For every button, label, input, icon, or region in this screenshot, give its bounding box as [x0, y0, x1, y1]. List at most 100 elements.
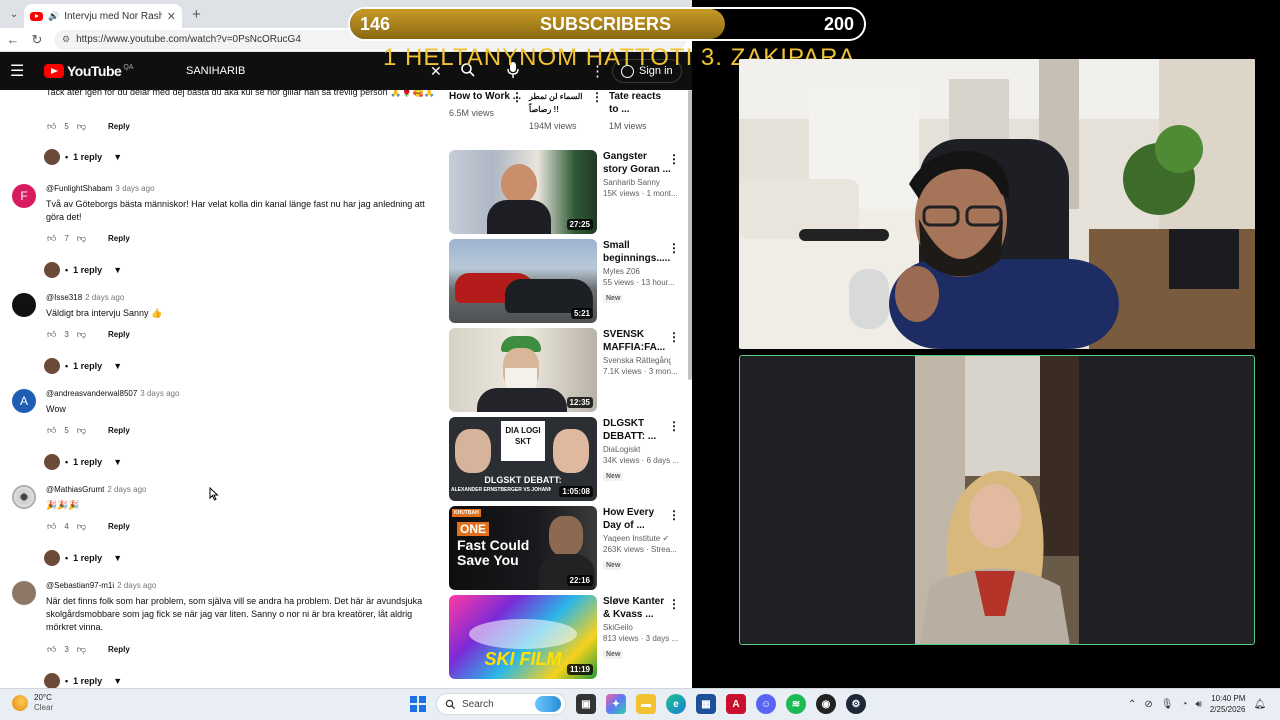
dislike-icon[interactable]: 👎︎ — [77, 233, 86, 244]
video-menu-icon[interactable]: ⋮ — [668, 241, 680, 255]
weather-widget[interactable]: 20°C Clear — [12, 693, 53, 713]
like-icon[interactable]: 👍︎ — [47, 329, 56, 340]
video-menu-icon[interactable]: ⋮ — [668, 419, 680, 433]
replies-toggle[interactable]: • 1 reply ▼ — [44, 149, 122, 165]
back-arrow-icon[interactable]: ← — [6, 32, 20, 47]
like-icon[interactable]: 👍︎ — [47, 233, 56, 244]
video-menu-icon[interactable]: ⋮ — [511, 90, 523, 104]
wifi-icon[interactable]: ◔ — [1181, 699, 1187, 710]
channel-name[interactable]: Sanharib Sanny — [603, 178, 671, 187]
dislike-icon[interactable]: 👎︎ — [77, 521, 86, 532]
close-tab-icon[interactable]: ✕ — [167, 10, 176, 23]
spotify-icon[interactable]: ≋ — [786, 694, 806, 714]
site-info-icon[interactable]: ⚙ — [62, 34, 70, 45]
sports-cars-thumbnail[interactable]: 5:21 — [449, 239, 597, 323]
related-top-item[interactable]: Tate reacts to ... 1M views — [609, 90, 669, 131]
dislike-icon[interactable]: 👎︎ — [77, 644, 86, 655]
replies-toggle[interactable]: • 1 reply ▼ — [44, 550, 122, 566]
dislike-icon[interactable]: 👎︎ — [77, 329, 86, 340]
reply-button[interactable]: Reply — [108, 426, 130, 435]
channel-name[interactable]: DiaLogiskt — [603, 445, 671, 454]
dislike-icon[interactable]: 👎︎ — [77, 121, 86, 132]
comment-author[interactable]: @Isse318 — [46, 293, 82, 302]
avatar[interactable]: F — [12, 184, 36, 208]
youtube-logo[interactable]: YouTube QA — [44, 63, 133, 79]
country-code: QA — [123, 63, 134, 71]
clock[interactable]: 10:40 PM 2/25/2026 — [1210, 693, 1246, 715]
page-scrollbar[interactable] — [688, 90, 692, 380]
related-top-item[interactable]: السماء لن تمطر رصاصاً !! 194M views — [529, 90, 599, 131]
sermon-thumbnail[interactable]: KHUTBAH ONE Fast Could Save You 22:16 — [449, 506, 597, 590]
network-icon[interactable]: ⊘ — [1144, 699, 1152, 710]
related-video[interactable]: 5:21 Small beginnings..... Myles Z06 55 … — [449, 239, 681, 323]
obs-icon[interactable]: ◉ — [816, 694, 836, 714]
like-icon[interactable]: 👍︎ — [47, 121, 56, 132]
related-video[interactable]: KHUTBAH ONE Fast Could Save You 22:16 Ho… — [449, 506, 681, 590]
comment-author[interactable]: @MathiasGrumt — [46, 485, 104, 494]
search-input[interactable]: SANIHARIB — [186, 52, 245, 90]
reply-button[interactable]: Reply — [108, 645, 130, 654]
microphone-icon[interactable]: 🎙︎ — [1161, 699, 1174, 710]
related-video[interactable]: 27:25 Gangster story Goran ... Sanharib … — [449, 150, 681, 234]
reply-button[interactable]: Reply — [108, 330, 130, 339]
channel-name[interactable]: Svenska Rättegång... — [603, 356, 671, 365]
new-tab-button[interactable]: + — [192, 6, 201, 23]
speaker-icon[interactable]: 🔊 — [48, 11, 59, 22]
task-view-icon[interactable]: ▣ — [576, 694, 596, 714]
file-explorer-icon[interactable]: ▬ — [636, 694, 656, 714]
browser-tab[interactable]: 🔊 Intervju med Nor Rasheed kä ✕ — [24, 4, 182, 28]
edge-icon[interactable]: e — [666, 694, 686, 714]
like-icon[interactable]: 👍︎ — [47, 644, 56, 655]
avatar[interactable]: A — [12, 389, 36, 413]
comment-author[interactable]: @andreasvanderwal8507 — [46, 389, 137, 398]
tab-search-icon[interactable]: ⌄ — [4, 9, 24, 20]
comment-author[interactable]: @Sebastian97-m1i — [46, 581, 114, 590]
windows-start-icon[interactable] — [410, 696, 426, 712]
discord-icon[interactable]: ☺ — [756, 694, 776, 714]
replies-toggle[interactable]: • 1 reply ▼ — [44, 454, 122, 470]
reply-button[interactable]: Reply — [108, 234, 130, 243]
related-video[interactable]: DIA LOGI SKT DLGSKT DEBATT: ALEXANDER ER… — [449, 417, 681, 501]
ski-film-thumbnail[interactable]: SKI FILM 11:19 — [449, 595, 597, 679]
dislike-icon[interactable]: 👎︎ — [77, 425, 86, 436]
reply-button[interactable]: Reply — [108, 522, 130, 531]
comment-age: 2 days ago — [107, 485, 147, 494]
channel-name[interactable]: SkiGeilo — [603, 623, 671, 632]
like-icon[interactable]: 👍︎ — [47, 521, 56, 532]
notifications-icon[interactable]: 🔔︎ — [1253, 699, 1266, 710]
avatar[interactable] — [12, 485, 36, 509]
video-menu-icon[interactable]: ⋮ — [668, 508, 680, 522]
tab-title: Intervju med Nor Rasheed kä — [64, 10, 162, 22]
debate-thumbnail[interactable]: DIA LOGI SKT DLGSKT DEBATT: ALEXANDER ER… — [449, 417, 597, 501]
microsoft-store-icon[interactable]: ▦ — [696, 694, 716, 714]
reload-icon[interactable]: ↻ — [30, 32, 44, 48]
steam-icon[interactable]: ⚙ — [846, 694, 866, 714]
like-icon[interactable]: 👍︎ — [47, 425, 56, 436]
video-menu-icon[interactable]: ⋮ — [668, 152, 680, 166]
video-menu-icon[interactable]: ⋮ — [591, 90, 603, 104]
menu-icon[interactable]: ☰ — [10, 61, 32, 81]
comment-author[interactable]: @FunlightShabam — [46, 184, 112, 193]
avatar[interactable] — [12, 293, 36, 317]
replies-toggle[interactable]: • 1 reply ▼ — [44, 673, 122, 688]
acrobat-icon[interactable]: A — [726, 694, 746, 714]
video-menu-icon[interactable]: ⋮ — [668, 597, 680, 611]
reply-button[interactable]: Reply — [108, 122, 130, 131]
replies-toggle[interactable]: • 1 reply ▼ — [44, 358, 122, 374]
replies-toggle[interactable]: • 1 reply ▼ — [44, 262, 122, 278]
copilot-icon[interactable]: ✦ — [606, 694, 626, 714]
channel-name[interactable]: Myles Z06 — [603, 267, 671, 276]
mouse-cursor-icon — [209, 487, 219, 501]
old-man-thumbnail[interactable]: 12:35 — [449, 328, 597, 412]
taskbar-search[interactable]: Search — [436, 693, 566, 715]
avatar[interactable] — [12, 581, 36, 605]
volume-icon[interactable]: 🔊︎ — [1196, 699, 1202, 710]
dot-separator: • — [65, 152, 69, 162]
chevron-up-icon[interactable]: ⌃ — [1128, 699, 1136, 710]
related-video[interactable]: SKI FILM 11:19 Sløve Kanter & Kvass ... … — [449, 595, 681, 679]
related-video[interactable]: 12:35 SVENSK MAFFIA:FA... Svenska Rätteg… — [449, 328, 681, 412]
man-in-suit-thumbnail[interactable]: 27:25 — [449, 150, 597, 234]
comment-text: Väldigt bra intervju Sanny 👍 — [46, 308, 163, 318]
channel-name[interactable]: Yaqeen Institute ✔ — [603, 534, 671, 543]
video-menu-icon[interactable]: ⋮ — [668, 330, 680, 344]
